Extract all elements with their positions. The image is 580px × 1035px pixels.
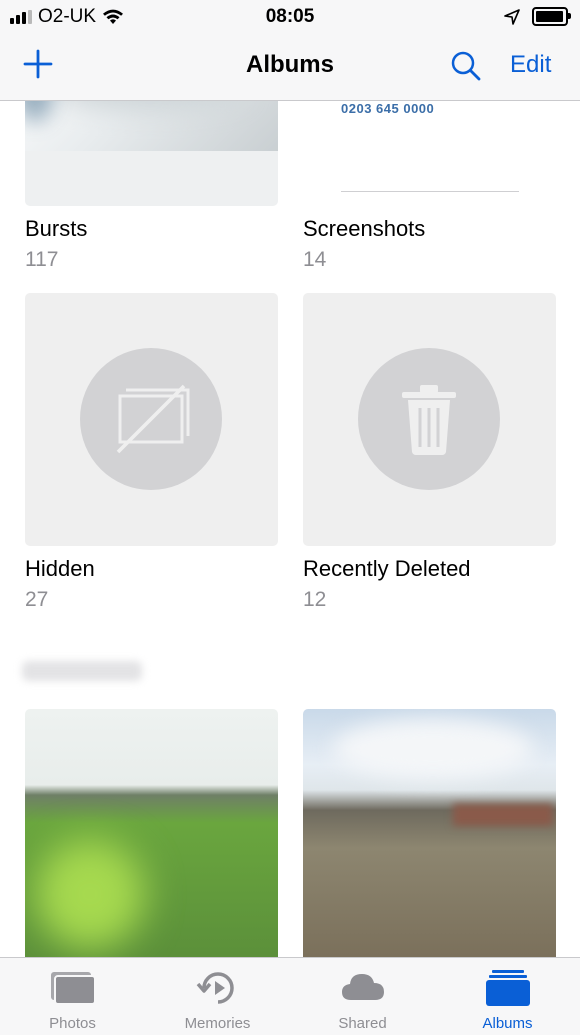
album-count: 117: [25, 248, 59, 271]
albums-grid: Bursts 117 0203 645 0000 Screenshots 14 …: [0, 101, 580, 957]
album-thumbnail[interactable]: [25, 293, 278, 546]
tab-albums[interactable]: Albums: [435, 958, 580, 1035]
status-right: [504, 7, 571, 26]
album-thumbnail[interactable]: [303, 293, 556, 546]
album-name: Bursts: [25, 216, 88, 241]
album-name: Hidden: [25, 556, 95, 581]
album-thumbnail[interactable]: [25, 709, 278, 957]
tab-shared[interactable]: Shared: [290, 958, 435, 1035]
preview-text: 0203 645 0000: [341, 101, 435, 116]
album-thumbnail[interactable]: [25, 101, 278, 206]
album-name: Screenshots: [303, 216, 426, 241]
album-name: Recently Deleted: [303, 556, 471, 581]
album-hidden[interactable]: [25, 293, 278, 546]
album-photo-1[interactable]: [25, 709, 278, 957]
navigation-bar: Albums Edit: [0, 34, 580, 101]
tab-memories[interactable]: Memories: [145, 958, 290, 1035]
album-count: 12: [303, 588, 327, 611]
tab-label: Memories: [184, 1015, 251, 1032]
trash-icon: [402, 385, 456, 455]
cloud-icon: [341, 974, 384, 1000]
edit-button[interactable]: Edit: [510, 51, 551, 79]
tab-label: Shared: [338, 1015, 387, 1032]
album-photo-2[interactable]: [303, 709, 556, 957]
tab-label: Photos: [49, 1015, 96, 1032]
section-header-blurred: [22, 661, 142, 681]
hidden-icon: [116, 384, 190, 454]
album-count: 14: [303, 248, 327, 271]
tab-photos[interactable]: Photos: [0, 958, 145, 1035]
album-count: 27: [25, 588, 49, 611]
album-thumbnail[interactable]: [303, 709, 556, 957]
albums-icon: [485, 970, 530, 1006]
album-recently-deleted[interactable]: [303, 293, 556, 546]
page-title: Albums: [245, 51, 334, 78]
memories-icon: [196, 972, 234, 1004]
photos-icon: [50, 972, 96, 1005]
tab-label: Albums: [482, 1015, 533, 1032]
status-bar: O2-UK 08:05: [0, 0, 580, 34]
battery-icon: [532, 7, 571, 26]
album-screenshots[interactable]: 0203 645 0000: [303, 101, 556, 206]
album-thumbnail[interactable]: 0203 645 0000: [303, 101, 556, 206]
search-icon[interactable]: [450, 50, 482, 82]
tab-bar: Photos Memories Shared Albums: [0, 957, 580, 1035]
location-arrow-icon: [504, 8, 520, 25]
album-bursts[interactable]: [25, 101, 278, 206]
clock: 08:05: [265, 6, 315, 27]
